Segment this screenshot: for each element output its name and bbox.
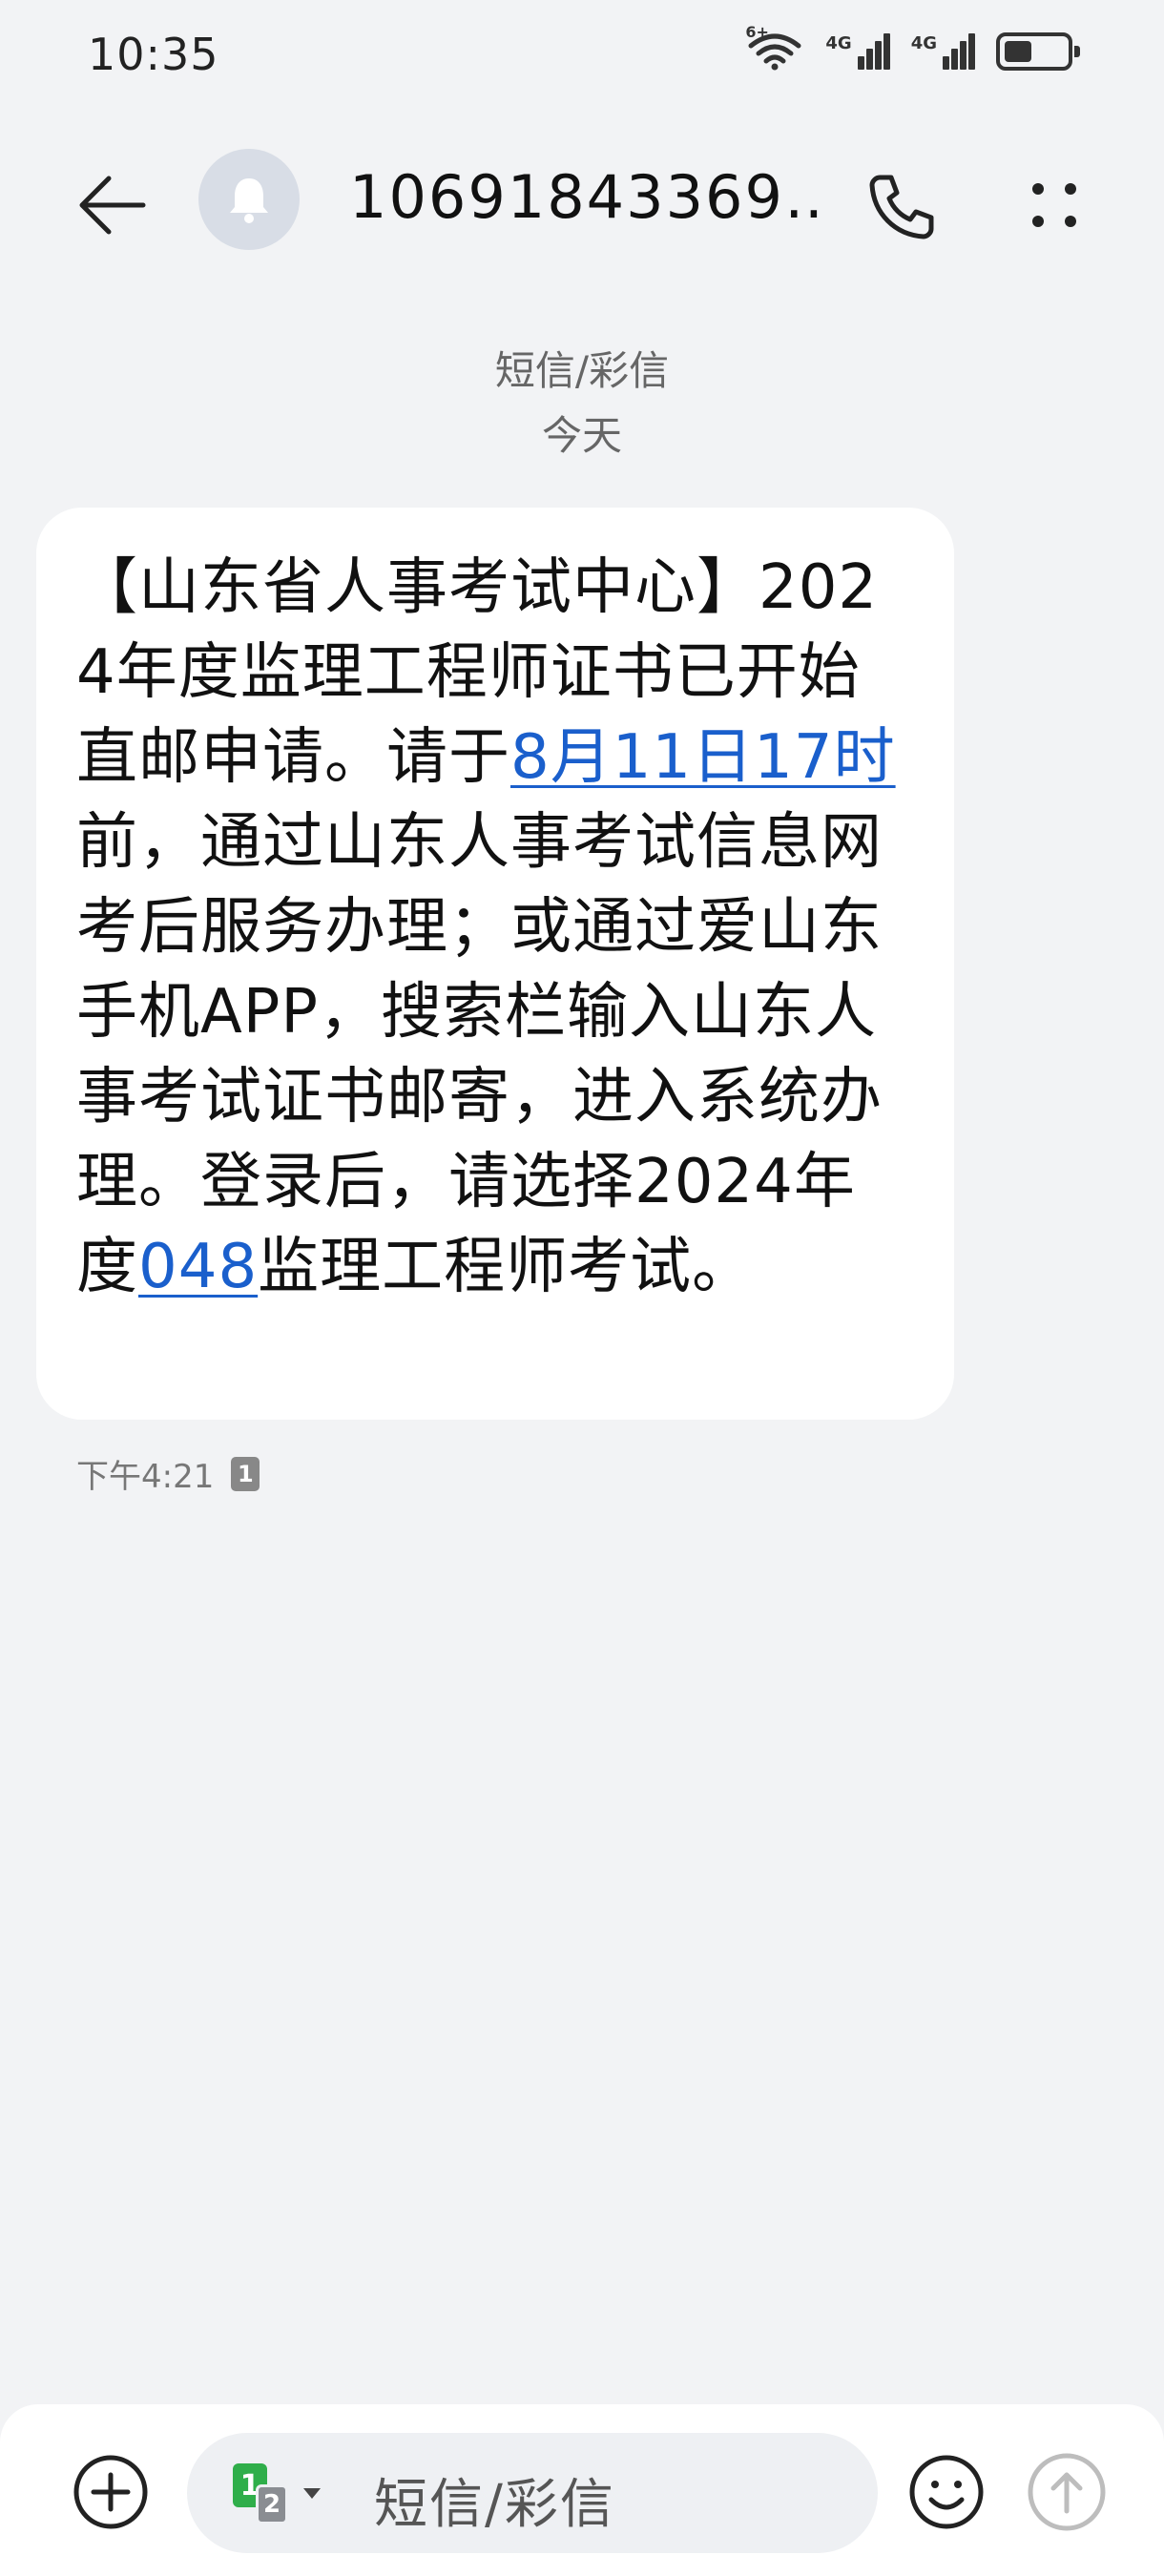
sms-conversation-screen: 10:35 6+ 4G 4G 10691843369… 短信/彩信 今天 【山东… — [0, 0, 1164, 2576]
sim-switch-button[interactable]: 1 2 — [233, 2463, 324, 2524]
arrow-left-icon — [79, 176, 146, 235]
message-input-placeholder: 短信/彩信 — [374, 2474, 615, 2536]
add-attachment-button[interactable] — [71, 2452, 151, 2532]
call-button[interactable] — [859, 164, 945, 250]
message-text: 【山东省人事考试中心】2024年度监理工程师证书已开始直邮申请。请于8月11日1… — [76, 546, 914, 1310]
wifi-label: 6+ — [745, 23, 769, 41]
battery-icon — [996, 32, 1080, 71]
message-timestamp: 下午4:21 — [76, 1458, 215, 1496]
contact-number-title[interactable]: 10691843369… — [349, 162, 826, 232]
date-separator: 今天 — [541, 412, 622, 459]
send-button[interactable] — [1025, 2450, 1109, 2534]
arrow-up-circle-icon — [1028, 2453, 1106, 2531]
compose-bar: 1 2 短信/彩信 — [0, 2404, 1164, 2576]
signal-label-1: 4G — [825, 33, 852, 53]
sim-2-icon: 2 — [256, 2484, 288, 2524]
sim-2-label: 2 — [262, 2490, 281, 2519]
phone-icon — [869, 175, 934, 239]
conversation-header: 10691843369… — [0, 134, 1164, 267]
message-text-part-3: 监理工程师考试。 — [258, 1232, 755, 1302]
status-icons: 6+ 4G 4G — [745, 23, 1080, 71]
status-bar: 10:35 6+ 4G 4G — [0, 0, 1164, 114]
wifi-icon: 6+ — [745, 23, 804, 71]
back-button[interactable] — [69, 162, 155, 248]
more-dots-icon — [1032, 183, 1076, 227]
plus-circle-icon — [73, 2455, 148, 2529]
bell-icon — [230, 178, 268, 223]
contact-avatar[interactable] — [198, 149, 300, 250]
date-link[interactable]: 8月11日17时 — [510, 722, 896, 793]
message-type-label: 短信/彩信 — [494, 347, 670, 394]
caret-down-icon — [303, 2488, 321, 2499]
status-time: 10:35 — [88, 29, 219, 80]
signal-label-2: 4G — [910, 33, 937, 53]
sim-card-badge: 1 — [231, 1456, 260, 1491]
message-meta-row: 下午4:21 1 — [76, 1450, 260, 1497]
more-options-button[interactable] — [1011, 162, 1097, 248]
emoji-button[interactable] — [906, 2452, 987, 2532]
signal-strength-icon-1: 4G — [825, 33, 890, 70]
code-link[interactable]: 048 — [138, 1232, 258, 1302]
battery-level — [1005, 41, 1031, 62]
smiley-icon — [909, 2455, 984, 2529]
message-bubble[interactable]: 【山东省人事考试中心】2024年度监理工程师证书已开始直邮申请。请于8月11日1… — [36, 508, 954, 1420]
signal-strength-icon-2: 4G — [911, 33, 975, 70]
message-input[interactable]: 1 2 短信/彩信 — [187, 2433, 878, 2553]
message-text-part-2: 前，通过山东人事考试信息网考后服务办理；或通过爱山东手机APP，搜索栏输入山东人… — [76, 807, 883, 1302]
